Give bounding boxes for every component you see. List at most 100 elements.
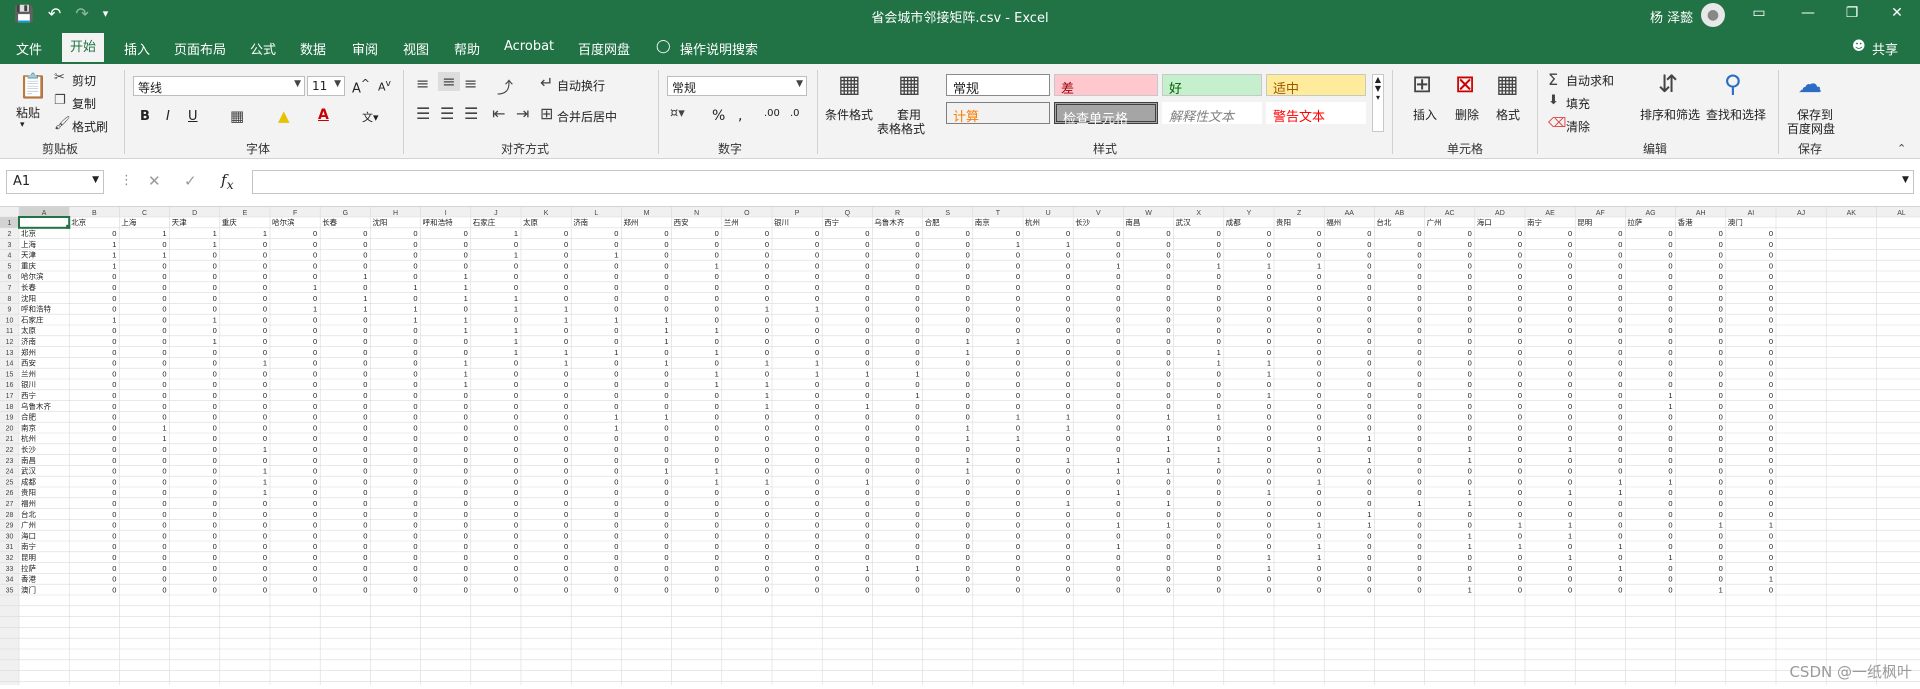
matrix-cell[interactable]: 0 xyxy=(1417,305,1421,314)
matrix-cell[interactable]: 0 xyxy=(1417,229,1421,238)
matrix-cell[interactable]: 0 xyxy=(614,456,618,465)
matrix-cell[interactable]: 0 xyxy=(715,251,719,260)
row-label-cell[interactable]: 澳门 xyxy=(21,584,36,594)
matrix-cell[interactable]: 0 xyxy=(715,575,719,584)
style-bad[interactable]: 差 xyxy=(1054,74,1158,97)
matrix-cell[interactable]: 0 xyxy=(765,542,769,551)
fx-icon[interactable]: fx xyxy=(221,171,234,192)
column-header[interactable]: AA xyxy=(1345,210,1355,217)
row-header[interactable]: 29 xyxy=(6,523,14,530)
row-header[interactable]: 10 xyxy=(6,317,14,324)
matrix-cell[interactable]: 0 xyxy=(1367,413,1371,422)
matrix-cell[interactable]: 0 xyxy=(514,467,518,476)
matrix-cell[interactable]: 0 xyxy=(1468,359,1472,368)
matrix-cell[interactable]: 0 xyxy=(1217,240,1221,249)
matrix-cell[interactable]: 0 xyxy=(915,315,919,324)
matrix-cell[interactable]: 1 xyxy=(162,251,166,260)
matrix-cell[interactable]: 0 xyxy=(1719,294,1723,303)
matrix-cell[interactable]: 0 xyxy=(1267,272,1271,281)
matrix-cell[interactable]: 0 xyxy=(1719,229,1723,238)
matrix-cell[interactable]: 0 xyxy=(815,499,819,508)
matrix-cell[interactable]: 0 xyxy=(213,380,217,389)
matrix-cell[interactable]: 0 xyxy=(1016,391,1020,400)
matrix-cell[interactable]: 0 xyxy=(112,369,116,378)
matrix-cell[interactable]: 1 xyxy=(1518,542,1522,551)
matrix-cell[interactable]: 1 xyxy=(1518,521,1522,530)
matrix-cell[interactable]: 0 xyxy=(464,251,468,260)
matrix-cell[interactable]: 0 xyxy=(1066,531,1070,540)
matrix-cell[interactable]: 0 xyxy=(865,467,869,476)
matrix-cell[interactable]: 1 xyxy=(514,229,518,238)
matrix-cell[interactable]: 0 xyxy=(865,521,869,530)
matrix-cell[interactable]: 0 xyxy=(1066,391,1070,400)
matrix-cell[interactable]: 0 xyxy=(1166,585,1170,594)
matrix-cell[interactable]: 0 xyxy=(1518,456,1522,465)
matrix-cell[interactable]: 0 xyxy=(1568,510,1572,519)
matrix-cell[interactable]: 0 xyxy=(1518,531,1522,540)
matrix-cell[interactable]: 0 xyxy=(966,510,970,519)
matrix-cell[interactable]: 0 xyxy=(1367,499,1371,508)
matrix-cell[interactable]: 0 xyxy=(715,413,719,422)
matrix-cell[interactable]: 1 xyxy=(1317,542,1321,551)
matrix-cell[interactable]: 1 xyxy=(966,467,970,476)
matrix-cell[interactable]: 0 xyxy=(514,434,518,443)
matrix-cell[interactable]: 0 xyxy=(966,477,970,486)
matrix-cell[interactable]: 0 xyxy=(413,272,417,281)
matrix-cell[interactable]: 0 xyxy=(1166,283,1170,292)
matrix-cell[interactable]: 0 xyxy=(363,391,367,400)
matrix-cell[interactable]: 0 xyxy=(162,272,166,281)
matrix-cell[interactable]: 0 xyxy=(1166,564,1170,573)
matrix-cell[interactable]: 1 xyxy=(1367,456,1371,465)
matrix-cell[interactable]: 0 xyxy=(915,499,919,508)
matrix-cell[interactable]: 0 xyxy=(815,413,819,422)
header-cell[interactable]: 北京 xyxy=(71,217,86,227)
matrix-cell[interactable]: 1 xyxy=(1618,488,1622,497)
matrix-cell[interactable]: 0 xyxy=(966,261,970,270)
matrix-cell[interactable]: 0 xyxy=(263,261,267,270)
matrix-cell[interactable]: 0 xyxy=(715,521,719,530)
enter-icon[interactable]: ✓ xyxy=(184,172,197,190)
format-painter-button[interactable]: 格式刷 xyxy=(72,118,108,135)
matrix-cell[interactable]: 0 xyxy=(1317,564,1321,573)
matrix-cell[interactable]: 0 xyxy=(1568,467,1572,476)
matrix-cell[interactable]: 0 xyxy=(1769,337,1773,346)
row-header[interactable]: 33 xyxy=(6,566,14,573)
save-icon[interactable]: 💾 xyxy=(14,4,34,23)
matrix-cell[interactable]: 0 xyxy=(715,240,719,249)
matrix-cell[interactable]: 0 xyxy=(162,369,166,378)
matrix-cell[interactable]: 0 xyxy=(1016,283,1020,292)
matrix-cell[interactable]: 0 xyxy=(1367,251,1371,260)
row-header[interactable]: 28 xyxy=(6,512,14,519)
matrix-cell[interactable]: 0 xyxy=(363,553,367,562)
matrix-cell[interactable]: 0 xyxy=(213,477,217,486)
matrix-cell[interactable]: 0 xyxy=(564,251,568,260)
matrix-cell[interactable]: 0 xyxy=(263,423,267,432)
matrix-cell[interactable]: 0 xyxy=(1668,359,1672,368)
matrix-cell[interactable]: 0 xyxy=(1166,348,1170,357)
matrix-cell[interactable]: 0 xyxy=(765,531,769,540)
matrix-cell[interactable]: 0 xyxy=(1618,359,1622,368)
matrix-cell[interactable]: 0 xyxy=(1769,348,1773,357)
currency-icon[interactable]: ¤▾ xyxy=(670,106,685,121)
matrix-cell[interactable]: 0 xyxy=(1267,467,1271,476)
matrix-cell[interactable]: 0 xyxy=(1668,337,1672,346)
matrix-cell[interactable]: 0 xyxy=(1016,294,1020,303)
matrix-cell[interactable]: 0 xyxy=(1769,402,1773,411)
matrix-cell[interactable]: 0 xyxy=(1568,499,1572,508)
matrix-cell[interactable]: 0 xyxy=(1016,456,1020,465)
matrix-cell[interactable]: 0 xyxy=(564,337,568,346)
matrix-cell[interactable]: 0 xyxy=(213,423,217,432)
matrix-cell[interactable]: 0 xyxy=(464,456,468,465)
row-label-cell[interactable]: 昆明 xyxy=(21,553,36,562)
matrix-cell[interactable]: 0 xyxy=(715,542,719,551)
matrix-cell[interactable]: 0 xyxy=(1066,261,1070,270)
matrix-cell[interactable]: 0 xyxy=(1668,326,1672,335)
column-header[interactable]: Y xyxy=(1247,210,1252,217)
matrix-cell[interactable]: 0 xyxy=(213,521,217,530)
matrix-cell[interactable]: 0 xyxy=(1116,272,1120,281)
matrix-cell[interactable]: 0 xyxy=(1367,553,1371,562)
matrix-cell[interactable]: 0 xyxy=(1217,585,1221,594)
matrix-cell[interactable]: 0 xyxy=(413,348,417,357)
matrix-cell[interactable]: 0 xyxy=(1618,531,1622,540)
column-header[interactable]: K xyxy=(544,210,549,217)
